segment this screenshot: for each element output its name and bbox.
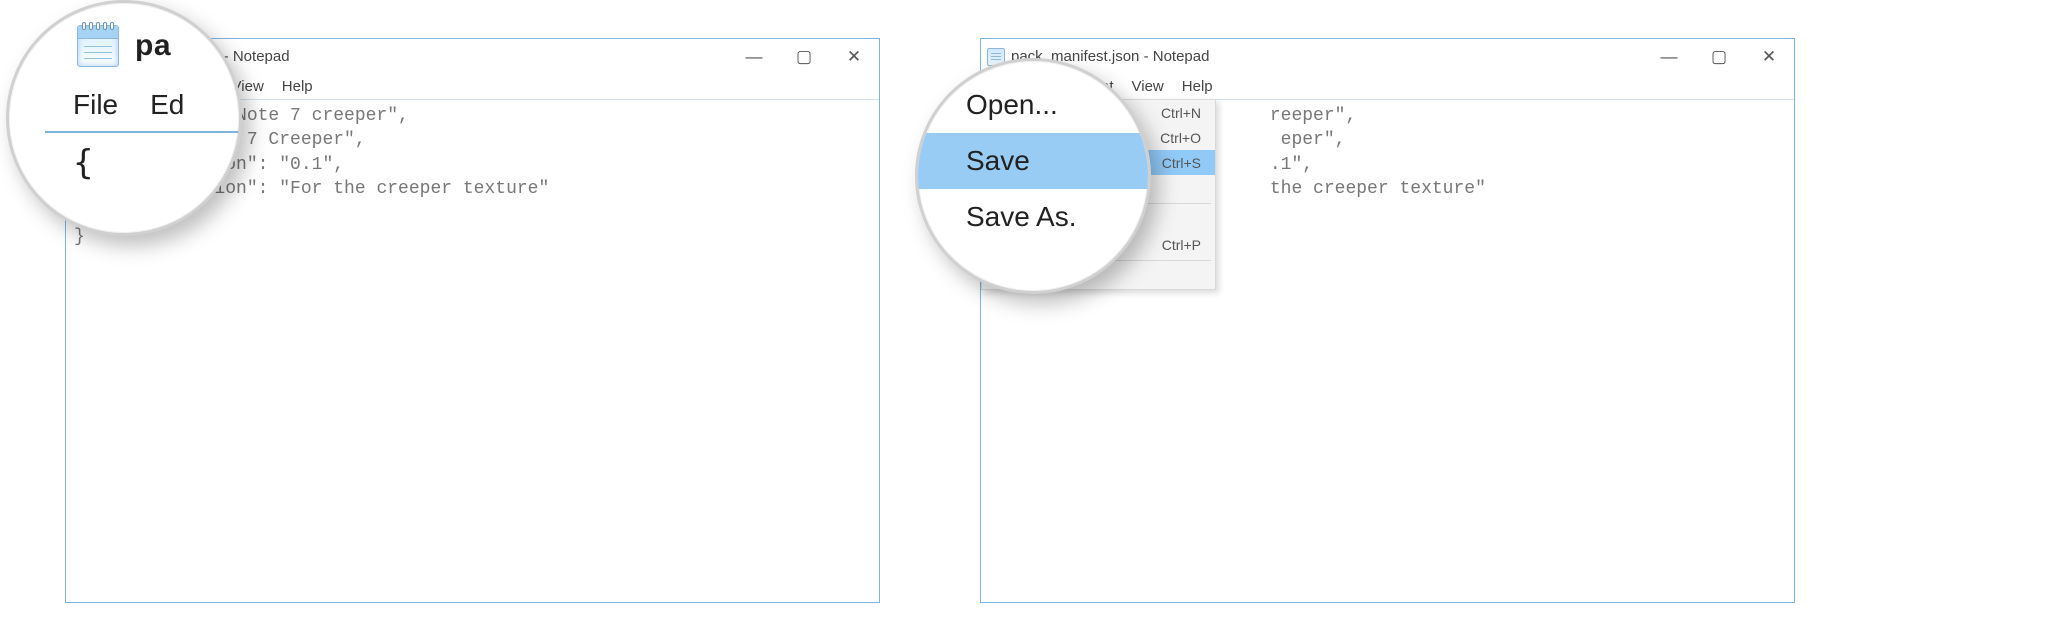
shortcut-print: Ctrl+P (1162, 237, 1201, 253)
maximize-button[interactable]: ▢ (779, 39, 829, 74)
menu-item-save-as[interactable]: Save As. (918, 189, 1151, 245)
magnifier-right: Open... Save Save As. (915, 58, 1151, 294)
menu-help[interactable]: Help (1174, 78, 1221, 95)
menu-file[interactable]: File (73, 89, 118, 121)
shortcut-open: Ctrl+O (1160, 130, 1201, 146)
close-button[interactable]: ✕ (1744, 39, 1794, 74)
notepad-app-icon (77, 25, 119, 67)
close-button[interactable]: ✕ (829, 39, 879, 74)
menu-item-open[interactable]: Open... (918, 61, 1151, 133)
shortcut-save: Ctrl+S (1162, 155, 1201, 171)
window-title-fragment: pa (135, 29, 171, 63)
shortcut-new: Ctrl+N (1161, 105, 1201, 121)
editor-brace: { (73, 143, 93, 183)
menu-help[interactable]: Help (274, 78, 321, 95)
menu-item-save[interactable]: Save (918, 133, 1151, 189)
menu-edit-fragment[interactable]: Ed (150, 89, 184, 121)
minimize-button[interactable]: — (1644, 39, 1694, 74)
minimize-button[interactable]: — (729, 39, 779, 74)
maximize-button[interactable]: ▢ (1694, 39, 1744, 74)
magnifier-left: pa File Ed { (6, 0, 242, 236)
